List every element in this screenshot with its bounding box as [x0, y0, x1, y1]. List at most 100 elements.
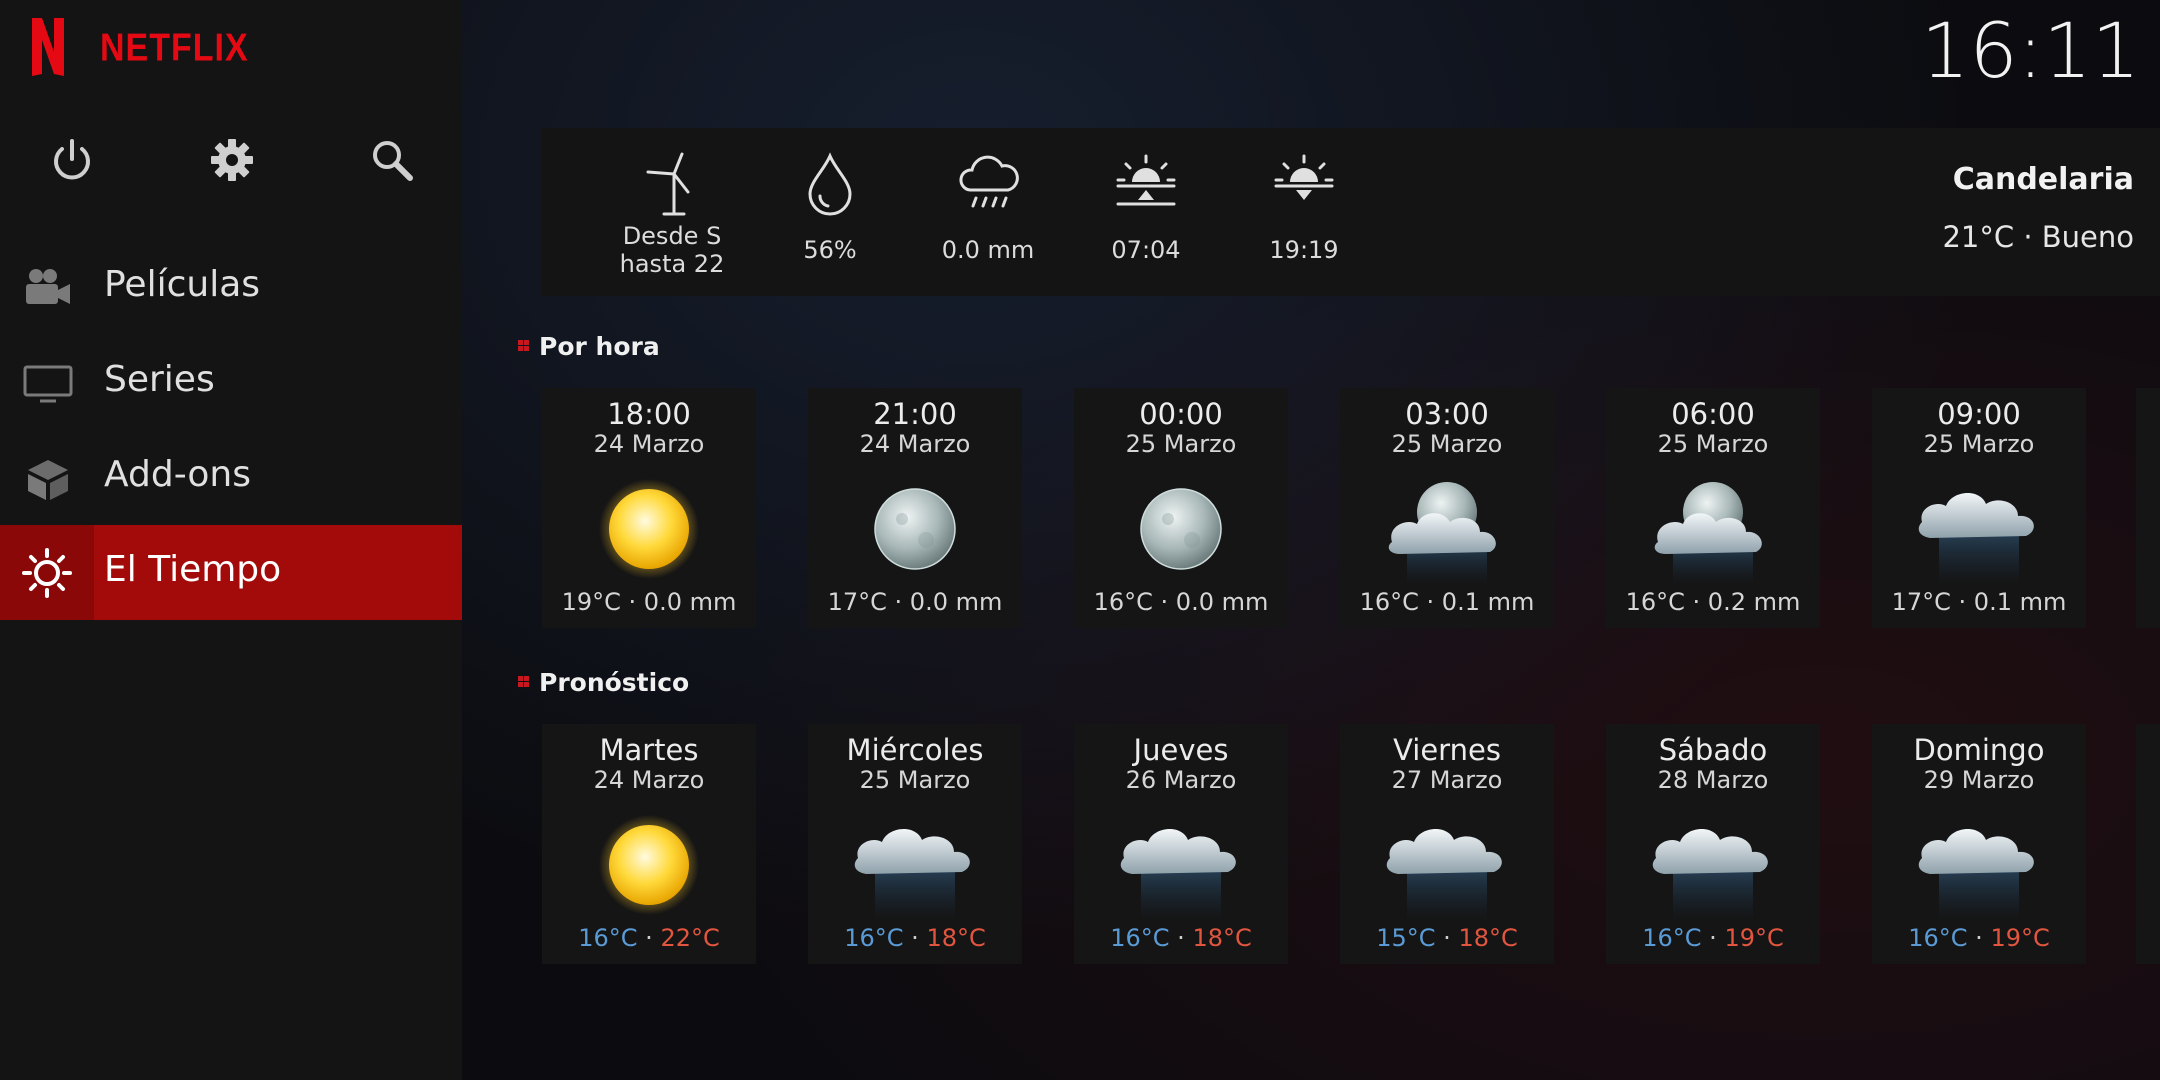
- hourly-date: 25 Marzo: [1125, 430, 1237, 458]
- precipitation-metric: 0.0 mm: [908, 152, 1068, 264]
- power-icon[interactable]: [47, 135, 97, 185]
- forecast-day: Sábado: [1658, 733, 1768, 767]
- forecast-card[interactable]: Viernes 27 Marzo 15°C · 18°C: [1340, 724, 1554, 964]
- hourly-time: 06:00: [1671, 397, 1755, 431]
- gear-icon[interactable]: [207, 135, 257, 185]
- wind-line1: Desde S: [622, 222, 722, 250]
- precipitation-value: 0.0 mm: [941, 236, 1035, 264]
- sidebar-item-label: Add-ons: [104, 454, 251, 495]
- netflix-logo-icon: [32, 18, 64, 76]
- hourly-card[interactable]: 18:00 24 Marzo 19°C · 0.0 mm: [542, 388, 756, 628]
- forecast-temps: 16°C · 19°C: [1908, 924, 2050, 952]
- cloud-rain-icon: [850, 810, 980, 920]
- sun-icon: [594, 810, 704, 920]
- temp-high: 22°C: [660, 924, 720, 952]
- sun-icon: [594, 474, 704, 584]
- cloud-rain-icon: [1914, 810, 2044, 920]
- forecast-card[interactable]: Martes 24 Marzo 16°C · 22°C: [542, 724, 756, 964]
- hourly-summary: 16°C · 0.0 mm: [1093, 588, 1269, 616]
- forecast-date: 24 Marzo: [593, 766, 705, 794]
- forecast-card[interactable]: Jueves 26 Marzo 16°C · 18°C: [1074, 724, 1288, 964]
- moon-cloud-rain-icon: [1648, 474, 1778, 584]
- camera-icon: [26, 269, 70, 304]
- brand-logo-text: NETFLIX: [100, 26, 249, 70]
- forecast-day: Domingo: [1913, 733, 2045, 767]
- forecast-day: Jueves: [1133, 733, 1229, 767]
- forecast-card-partial: [2136, 724, 2160, 964]
- moon-cloud-rain-icon: [1382, 474, 1512, 584]
- forecast-day: Martes: [599, 733, 699, 767]
- temp-low: 16°C: [578, 924, 638, 952]
- sidebar-item-addons[interactable]: Add-ons: [0, 430, 462, 525]
- tv-icon: [23, 365, 73, 403]
- forecast-date: 27 Marzo: [1391, 766, 1503, 794]
- hourly-card[interactable]: 21:00 24 Marzo 17°C · 0.0 mm: [808, 388, 1022, 628]
- hourly-card[interactable]: 06:00 25 Marzo 16°C · 0.2 mm: [1606, 388, 1820, 628]
- section-title-text: Por hora: [539, 332, 660, 361]
- section-title-hourly: Por hora: [518, 332, 660, 361]
- hourly-time: 18:00: [607, 397, 691, 431]
- sunrise-metric: 07:04: [1066, 152, 1226, 264]
- hourly-date: 25 Marzo: [1391, 430, 1503, 458]
- hourly-summary: 17°C · 0.1 mm: [1891, 588, 2067, 616]
- location-name: Candelaria: [1952, 162, 2134, 197]
- forecast-date: 26 Marzo: [1125, 766, 1237, 794]
- clock: 16:11: [1920, 6, 2140, 95]
- forecast-temps: 15°C · 18°C: [1376, 924, 1518, 952]
- hourly-date: 24 Marzo: [593, 430, 705, 458]
- search-icon[interactable]: [367, 135, 417, 185]
- moon-icon: [860, 474, 970, 584]
- temp-high: 18°C: [926, 924, 986, 952]
- sunset-icon: [1274, 154, 1334, 200]
- hourly-time: 09:00: [1937, 397, 2021, 431]
- forecast-temps: 16°C · 18°C: [1110, 924, 1252, 952]
- sidebar-item-el-tiempo[interactable]: El Tiempo: [0, 525, 462, 620]
- sidebar-item-peliculas[interactable]: Películas: [0, 240, 462, 335]
- rain-cloud-icon: [959, 155, 1019, 208]
- temp-high: 19°C: [1724, 924, 1784, 952]
- forecast-temps: 16°C · 22°C: [578, 924, 720, 952]
- sun-icon: [22, 548, 72, 598]
- temp-low: 16°C: [1110, 924, 1170, 952]
- forecast-day: Viernes: [1393, 733, 1501, 767]
- forecast-temps: 16°C · 19°C: [1642, 924, 1784, 952]
- sidebar-item-label: Series: [104, 359, 215, 400]
- sidebar-item-series[interactable]: Series: [0, 335, 462, 430]
- cloud-rain-icon: [1914, 474, 2044, 584]
- forecast-date: 29 Marzo: [1923, 766, 2035, 794]
- sidebar-item-label: El Tiempo: [104, 549, 282, 590]
- hourly-time: 03:00: [1405, 397, 1489, 431]
- sunrise-value: 07:04: [1111, 236, 1181, 264]
- moon-icon: [1126, 474, 1236, 584]
- forecast-card[interactable]: Sábado 28 Marzo 16°C · 19°C: [1606, 724, 1820, 964]
- hourly-time: 21:00: [873, 397, 957, 431]
- hourly-card[interactable]: 09:00 25 Marzo 17°C · 0.1 mm: [1872, 388, 2086, 628]
- sunset-value: 19:19: [1269, 236, 1339, 264]
- temp-high: 18°C: [1192, 924, 1252, 952]
- water-drop-icon: [808, 152, 852, 216]
- forecast-card[interactable]: Miércoles 25 Marzo 16°C · 18°C: [808, 724, 1022, 964]
- humidity-metric: 56%: [750, 152, 910, 264]
- section-bullet-icon: [518, 675, 529, 687]
- temp-low: 16°C: [1642, 924, 1702, 952]
- forecast-date: 25 Marzo: [859, 766, 971, 794]
- hourly-summary: 16°C · 0.2 mm: [1625, 588, 1801, 616]
- section-bullet-icon: [518, 339, 529, 351]
- humidity-value: 56%: [803, 236, 857, 264]
- cloud-rain-icon: [1648, 810, 1778, 920]
- temp-low: 15°C: [1376, 924, 1436, 952]
- forecast-card[interactable]: Domingo 29 Marzo 16°C · 19°C: [1872, 724, 2086, 964]
- hourly-card[interactable]: 03:00 25 Marzo 16°C · 0.1 mm: [1340, 388, 1554, 628]
- temp-high: 19°C: [1990, 924, 2050, 952]
- section-title-forecast: Pronóstico: [518, 668, 689, 697]
- forecast-date: 28 Marzo: [1657, 766, 1769, 794]
- hourly-date: 25 Marzo: [1923, 430, 2035, 458]
- hourly-date: 25 Marzo: [1657, 430, 1769, 458]
- wind-line2: hasta 22: [619, 250, 725, 278]
- sidebar: NETFLIX Películas Series Add-ons El Tiem…: [0, 0, 462, 1080]
- sunrise-icon: [1116, 154, 1176, 206]
- hourly-card-partial: [2136, 388, 2160, 628]
- sidebar-item-label: Películas: [104, 264, 261, 305]
- hourly-card[interactable]: 00:00 25 Marzo 16°C · 0.0 mm: [1074, 388, 1288, 628]
- wind-turbine-icon: [646, 152, 690, 216]
